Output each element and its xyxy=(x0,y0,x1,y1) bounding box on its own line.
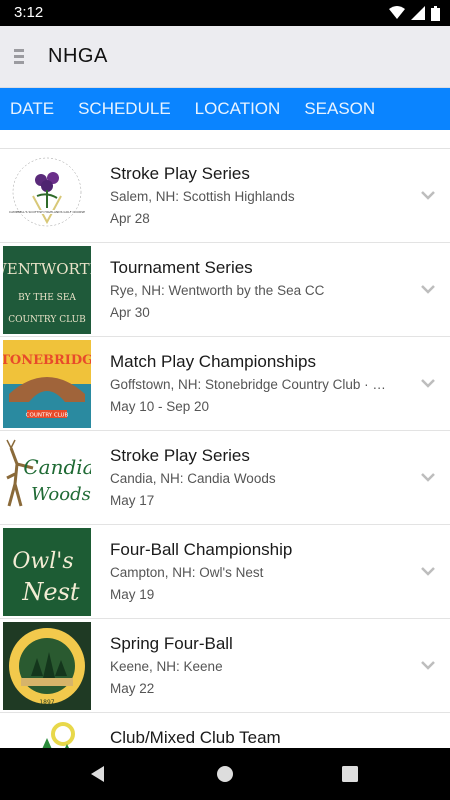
event-title: Spring Four-Ball xyxy=(110,634,233,653)
event-title: Four-Ball Championship xyxy=(110,540,293,559)
app-title: NHGA xyxy=(48,45,108,67)
candia-woods-logo: Candia Woods xyxy=(3,434,91,522)
chevron-down-icon[interactable] xyxy=(418,561,438,581)
svg-text:STONEBRIDGE: STONEBRIDGE xyxy=(3,353,91,368)
keene-cc-logo: 1897 xyxy=(3,622,91,710)
event-date: May 17 xyxy=(110,493,155,508)
tab-season[interactable]: SEASON xyxy=(304,99,375,119)
list-item[interactable]: WENTWORTH BY THE SEA COUNTRY CLUB Tourna… xyxy=(0,243,450,337)
svg-text:1897: 1897 xyxy=(39,699,54,706)
logo-text: CAMPBELL'S SCOTTISH HIGHLANDS GOLF COURS… xyxy=(9,210,85,214)
chevron-down-icon[interactable] xyxy=(418,655,438,675)
event-title: Club/Mixed Club Team xyxy=(110,728,281,747)
list-item[interactable]: Candia Woods Stroke Play Series Candia, … xyxy=(0,431,450,525)
event-list: CAMPBELL'S SCOTTISH HIGHLANDS GOLF COURS… xyxy=(0,148,450,748)
stonebridge-logo: STONEBRIDGE COUNTRY CLUB xyxy=(3,340,91,428)
wifi-icon xyxy=(389,6,405,19)
event-location: Salem, NH: Scottish Highlands xyxy=(110,189,295,204)
event-title: Match Play Championships xyxy=(110,352,316,371)
owls-nest-logo: Owl's Nest xyxy=(3,528,91,616)
tab-schedule[interactable]: SCHEDULE xyxy=(78,99,171,119)
svg-text:Woods: Woods xyxy=(31,484,91,505)
chevron-down-icon[interactable] xyxy=(418,279,438,299)
tab-bar: DATE SCHEDULE LOCATION SEASON xyxy=(0,88,450,130)
club-team-logo xyxy=(3,716,91,748)
event-location: Keene, NH: Keene xyxy=(110,659,223,674)
list-item[interactable]: STONEBRIDGE COUNTRY CLUB Match Play Cham… xyxy=(0,337,450,431)
status-time: 3:12 xyxy=(14,4,44,21)
event-date: Apr 30 xyxy=(110,305,150,320)
event-location: Rye, NH: Wentworth by the Sea CC xyxy=(110,283,325,298)
list-item[interactable]: Owl's Nest Four-Ball Championship Campto… xyxy=(0,525,450,619)
event-title: Stroke Play Series xyxy=(110,164,250,183)
event-title: Stroke Play Series xyxy=(110,446,250,465)
wentworth-logo: WENTWORTH BY THE SEA COUNTRY CLUB xyxy=(3,246,91,334)
svg-text:BY THE SEA: BY THE SEA xyxy=(18,293,76,303)
app-bar: NHGA xyxy=(0,26,450,88)
event-location: Goffstown, NH: Stonebridge Country Club … xyxy=(110,377,392,392)
event-location: Candia, NH: Candia Woods xyxy=(110,471,276,486)
svg-text:WENTWORTH: WENTWORTH xyxy=(3,260,91,278)
hamburger-icon[interactable] xyxy=(10,46,34,68)
chevron-down-icon[interactable] xyxy=(418,467,438,487)
tab-location[interactable]: LOCATION xyxy=(195,99,281,119)
recents-icon[interactable] xyxy=(338,762,362,786)
chevron-down-icon[interactable] xyxy=(418,373,438,393)
svg-text:Candia: Candia xyxy=(23,455,91,479)
svg-text:Owl's: Owl's xyxy=(12,549,73,574)
tab-date[interactable]: DATE xyxy=(10,99,54,119)
home-icon[interactable] xyxy=(213,762,237,786)
status-icons xyxy=(389,5,440,21)
event-date: Apr 28 xyxy=(110,211,150,226)
navigation-bar xyxy=(0,748,450,800)
svg-text:Nest: Nest xyxy=(21,578,80,606)
event-date: May 10 - Sep 20 xyxy=(110,399,210,414)
event-title: Tournament Series xyxy=(110,258,253,277)
scottish-highlands-logo: CAMPBELL'S SCOTTISH HIGHLANDS GOLF COURS… xyxy=(3,152,91,240)
event-location: Campton, NH: Owl's Nest xyxy=(110,565,264,580)
event-date: May 19 xyxy=(110,587,155,602)
list-item[interactable]: 1897 Spring Four-Ball Keene, NH: Keene M… xyxy=(0,619,450,713)
event-date: May 22 xyxy=(110,681,155,696)
battery-icon xyxy=(431,5,440,21)
chevron-down-icon[interactable] xyxy=(418,185,438,205)
svg-text:COUNTRY CLUB: COUNTRY CLUB xyxy=(8,315,86,325)
signal-icon xyxy=(411,6,425,20)
status-bar: 3:12 xyxy=(0,0,450,26)
back-icon[interactable] xyxy=(86,762,110,786)
list-item[interactable]: Club/Mixed Club Team xyxy=(0,713,450,748)
svg-text:COUNTRY CLUB: COUNTRY CLUB xyxy=(26,413,69,419)
list-item[interactable]: CAMPBELL'S SCOTTISH HIGHLANDS GOLF COURS… xyxy=(0,149,450,243)
